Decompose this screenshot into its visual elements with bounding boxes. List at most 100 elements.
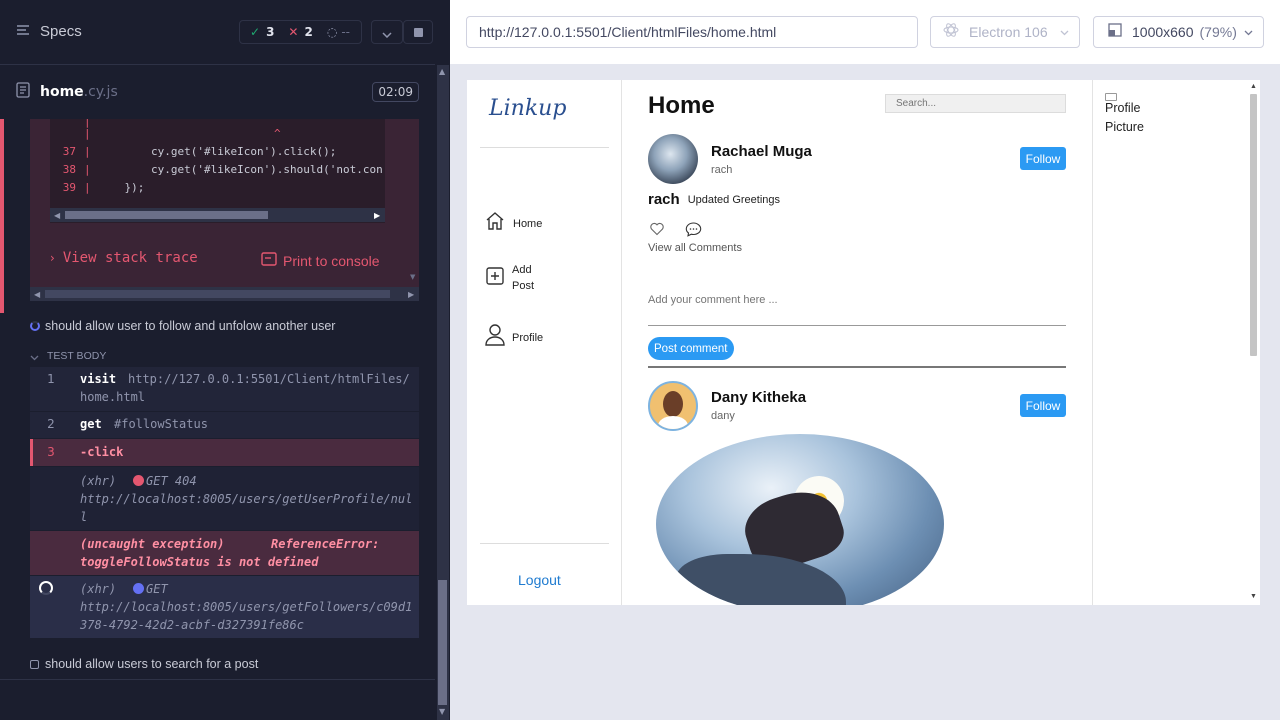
scroll-right-icon[interactable]: ▶	[408, 290, 414, 299]
code-line: 39 | });	[62, 181, 145, 194]
command-visit[interactable]: 1 visit http://127.0.0.1:5501/Client/htm…	[30, 367, 419, 411]
command-arg-cont: home.html	[80, 390, 146, 404]
url-bar[interactable]: http://127.0.0.1:5501/Client/htmlFiles/h…	[466, 16, 918, 48]
avatar[interactable]	[648, 381, 698, 431]
specs-label: Specs	[40, 23, 82, 40]
aut-header: http://127.0.0.1:5501/Client/htmlFiles/h…	[450, 0, 1280, 64]
scroll-down-icon[interactable]: ▼	[439, 707, 445, 716]
command-name: get	[80, 417, 102, 431]
follow-button[interactable]: Follow	[1020, 394, 1066, 417]
passed-count: 3	[266, 25, 275, 39]
panel-scrollbar[interactable]: ▲ ▼	[437, 65, 449, 720]
profile-picture-broken-image[interactable]: Profile Picture	[1105, 93, 1144, 137]
command-arg: http://127.0.0.1:5501/Client/htmlFiles/	[128, 372, 410, 386]
running-test-title[interactable]: should allow user to follow and unfolow …	[30, 319, 335, 333]
divider	[1092, 80, 1093, 605]
post-author-handle: rach	[711, 164, 733, 176]
exception-label: (uncaught exception)	[80, 537, 225, 551]
caption-text: Updated Greetings	[687, 193, 781, 206]
divider	[480, 543, 609, 544]
nav-add-post-label: Add	[512, 264, 532, 276]
home-icon	[485, 211, 505, 236]
scrollbar-thumb[interactable]	[438, 580, 447, 705]
browser-selector[interactable]: Electron 106	[930, 16, 1080, 48]
post-author-name[interactable]: Dany Kitheka	[711, 389, 806, 406]
specs-header: Specs ✓ 3 ✕ 2 ◌ --	[0, 0, 435, 65]
nav-home-label: Home	[513, 217, 543, 230]
command-number: 2	[47, 417, 55, 431]
test-body-header[interactable]: TEST BODY	[30, 346, 106, 365]
scroll-left-icon[interactable]: ◀	[54, 211, 60, 220]
scrollbar-thumb[interactable]	[65, 211, 268, 219]
xhr-get-followers[interactable]: (xhr) GET http://localhost:8005/users/ge…	[30, 576, 419, 638]
frame-scrollbar[interactable]: ▲ ▼	[1247, 80, 1260, 605]
exception-type: ReferenceError:	[271, 537, 380, 551]
divider	[0, 679, 435, 680]
post-comment-button[interactable]: Post comment	[648, 337, 734, 360]
logout-link[interactable]: Logout	[518, 572, 561, 588]
spec-file-row: home .cy.js 02:09	[16, 82, 419, 102]
code-line: 38 | cy.get('#likeIcon').should('not.con	[62, 163, 383, 176]
scroll-left-icon[interactable]: ◀	[34, 290, 40, 299]
document-icon	[16, 82, 30, 102]
nav-add-post-label-cont: Post	[512, 280, 535, 292]
command-name: visit	[80, 372, 117, 386]
print-to-console-button[interactable]: Print to console	[261, 251, 380, 271]
search-input[interactable]	[885, 94, 1066, 113]
app-logo[interactable]: Linkup	[489, 96, 566, 121]
scroll-right-icon[interactable]: ▶	[374, 211, 380, 220]
spec-file-ext: .cy.js	[83, 84, 118, 100]
error-vertical-scrollbar[interactable]: ▼	[409, 119, 419, 287]
viewport-selector[interactable]: 1000x660 (79%)	[1093, 16, 1264, 48]
command-get[interactable]: 2 get #followStatus	[30, 412, 419, 438]
terminal-icon	[261, 251, 277, 271]
chevron-right-icon: ›	[50, 251, 55, 265]
command-name: -click	[80, 445, 124, 459]
avatar[interactable]	[648, 134, 698, 184]
command-arg: #followStatus	[114, 417, 208, 431]
view-stack-trace-button[interactable]: › View stack trace	[50, 250, 198, 266]
chevron-down-icon	[1244, 24, 1253, 40]
scroll-up-icon[interactable]: ▲	[439, 67, 445, 76]
profile-picture-alt-text: Profile	[1105, 101, 1141, 115]
stop-icon	[413, 27, 423, 37]
xhr-url: http://localhost:8005/users/getUserProfi…	[80, 492, 413, 506]
collapse-button[interactable]	[371, 20, 403, 44]
command-click-failed[interactable]: 3 -click	[30, 439, 419, 466]
error-status-icon	[133, 475, 144, 486]
scroll-down-icon[interactable]: ▼	[410, 273, 415, 281]
like-icon[interactable]	[650, 222, 664, 241]
follow-button[interactable]: Follow	[1020, 147, 1066, 170]
command-number: 3	[47, 445, 55, 459]
spinner-icon	[39, 581, 53, 595]
error-indicator-bar	[0, 119, 4, 313]
pending-status-icon	[133, 583, 144, 594]
comment-icon[interactable]	[685, 222, 702, 242]
fail-icon: ✕	[288, 25, 299, 39]
pending-count: --	[341, 25, 350, 39]
failed-count: 2	[304, 25, 313, 39]
view-comments-link[interactable]: View all Comments	[648, 242, 742, 254]
post-author-name[interactable]: Rachael Muga	[711, 143, 812, 160]
post-image[interactable]	[656, 434, 944, 605]
spec-file-name: home	[40, 84, 84, 100]
scrollbar-thumb[interactable]	[45, 290, 390, 298]
app-sidebar: Linkup Home Add Post Profile Logout	[467, 80, 622, 605]
comment-textarea[interactable]	[648, 292, 1066, 326]
xhr-method: GET 404	[146, 474, 197, 488]
error-horizontal-scrollbar[interactable]: ◀ ▶	[30, 287, 419, 301]
next-test-title[interactable]: should allow users to search for a post	[30, 657, 258, 671]
nav-add-post[interactable]: Add Post	[485, 262, 534, 294]
uncaught-exception[interactable]: (uncaught exception) ReferenceError: tog…	[30, 531, 419, 575]
chevron-down-icon	[1060, 24, 1069, 40]
nav-profile[interactable]: Profile	[485, 324, 543, 351]
specs-button[interactable]: Specs	[16, 22, 82, 41]
code-line: 37 | cy.get('#likeIcon').click();	[62, 145, 337, 158]
nav-home[interactable]: Home	[485, 211, 542, 236]
scrollbar-thumb[interactable]	[1250, 94, 1257, 356]
code-frame-scrollbar[interactable]: ◀ ▶	[50, 208, 385, 222]
xhr-get-user-profile[interactable]: (xhr) GET 404 http://localhost:8005/user…	[30, 467, 419, 530]
stop-button[interactable]	[403, 20, 433, 44]
scroll-up-icon[interactable]: ▲	[1250, 83, 1257, 90]
scroll-down-icon[interactable]: ▼	[1250, 593, 1257, 600]
